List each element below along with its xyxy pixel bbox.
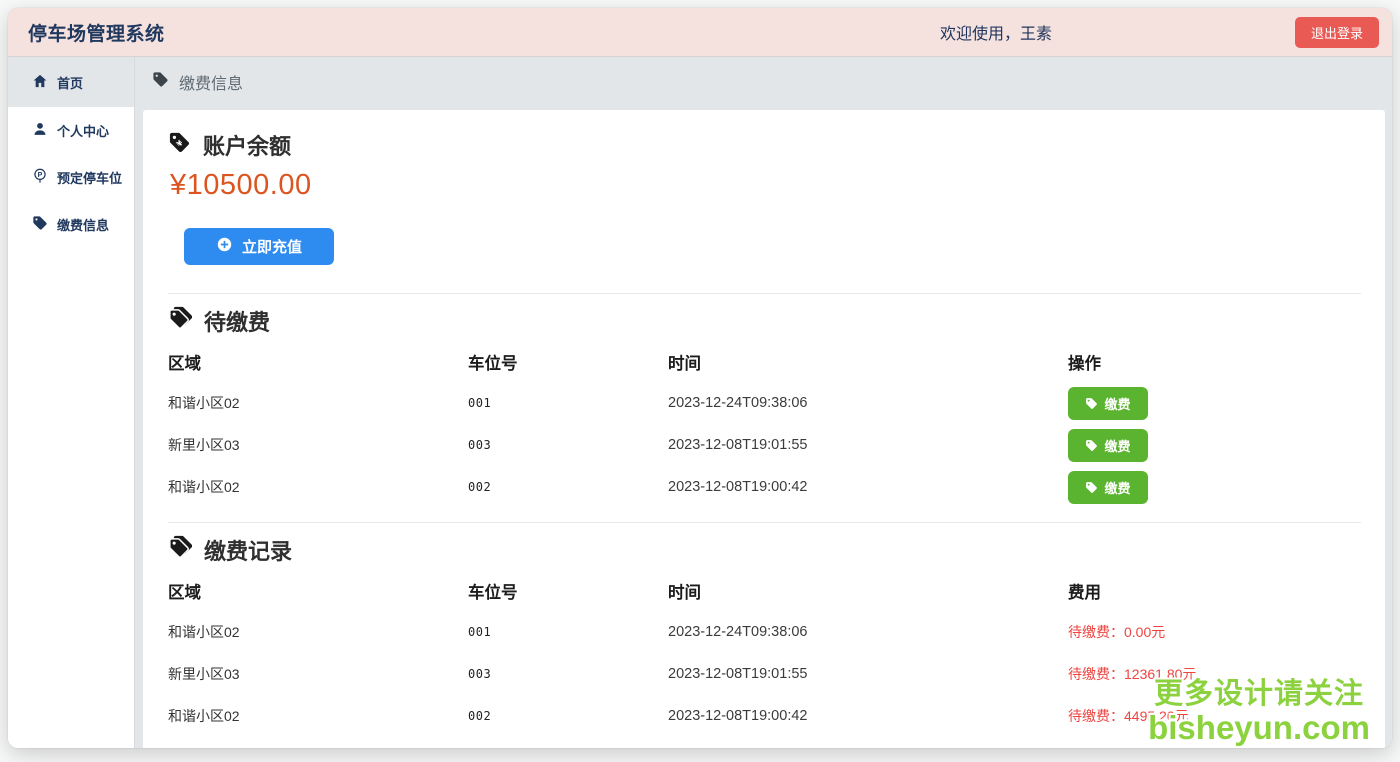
fee-cell: 待缴费：0.00元	[1068, 622, 1361, 642]
tags-icon	[168, 535, 192, 565]
column-header-action: 操作	[1068, 350, 1361, 374]
records-table-row: 和谐小区02 001 2023-12-24T09:38:06 待缴费：0.00元	[168, 611, 1361, 653]
tags-icon	[168, 306, 192, 336]
pending-table-row: 和谐小区02 001 2023-12-24T09:38:06 缴费	[168, 382, 1361, 424]
sidebar-item-label: 首页	[57, 73, 83, 92]
spot-cell: 001	[468, 396, 668, 410]
fee-cell: 待缴费：12361.80元	[1068, 664, 1361, 684]
area-cell: 新里小区03	[168, 664, 468, 684]
parking-icon: P	[32, 168, 48, 187]
time-cell: 2023-12-08T19:00:42	[668, 479, 1068, 495]
time-cell: 2023-12-24T09:38:06	[668, 395, 1068, 411]
price-tag-icon: ¥	[168, 131, 191, 160]
balance-section-title: ¥ 账户余额	[168, 130, 1361, 160]
pending-section-title: 待缴费	[168, 306, 1361, 336]
pay-button[interactable]: 缴费	[1068, 387, 1148, 420]
time-cell: 2023-12-08T19:01:55	[668, 437, 1068, 453]
balance-amount: ¥10500.00	[170, 169, 1361, 202]
sidebar: 首页 个人中心 P 预定停车位 缴费信息	[8, 57, 135, 748]
spot-cell: 002	[468, 709, 668, 723]
sidebar-item-reserve-parking[interactable]: P 预定停车位	[8, 154, 134, 201]
column-header-area: 区域	[168, 579, 468, 603]
column-header-fee: 费用	[1068, 579, 1361, 603]
logout-button[interactable]: 退出登录	[1295, 17, 1379, 48]
pending-table-row: 新里小区03 003 2023-12-08T19:01:55 缴费	[168, 424, 1361, 466]
pay-button[interactable]: 缴费	[1068, 471, 1148, 504]
records-table-row: 新里小区03 003 2023-12-08T19:01:55 待缴费：12361…	[168, 653, 1361, 695]
column-header-time: 时间	[668, 350, 1068, 374]
time-cell: 2023-12-24T09:38:06	[668, 624, 1068, 640]
breadcrumb: 缴费信息	[135, 57, 1392, 107]
sidebar-item-label: 预定停车位	[57, 168, 122, 187]
section-divider	[168, 293, 1361, 294]
main-card: ¥ 账户余额 ¥10500.00 立即充值 待缴费	[143, 110, 1385, 748]
time-cell: 2023-12-08T19:01:55	[668, 666, 1068, 682]
column-header-spot: 车位号	[468, 350, 668, 374]
area-cell: 和谐小区02	[168, 622, 468, 642]
column-header-area: 区域	[168, 350, 468, 374]
spot-cell: 003	[468, 438, 668, 452]
records-table-row: 和谐小区02 001 2023-12-08T19:00:41 缴费：0.00元	[168, 737, 1361, 748]
spot-cell: 001	[468, 625, 668, 639]
spot-cell: 003	[468, 667, 668, 681]
pay-button[interactable]: 缴费	[1068, 429, 1148, 462]
app-title: 停车场管理系统	[28, 19, 165, 46]
time-cell: 2023-12-08T19:00:42	[668, 708, 1068, 724]
fee-cell: 待缴费：4495.20元	[1068, 706, 1361, 726]
user-icon	[32, 121, 48, 140]
pending-table-row: 和谐小区02 002 2023-12-08T19:00:42 缴费	[168, 466, 1361, 508]
sidebar-item-profile[interactable]: 个人中心	[8, 107, 134, 154]
column-header-time: 时间	[668, 579, 1068, 603]
home-icon	[32, 73, 48, 92]
records-table-row: 和谐小区02 002 2023-12-08T19:00:42 待缴费：4495.…	[168, 695, 1361, 737]
plus-circle-icon	[216, 236, 233, 257]
records-table-header: 区域 车位号 时间 费用	[168, 571, 1361, 611]
area-cell: 新里小区03	[168, 435, 468, 455]
tag-icon	[32, 215, 48, 234]
breadcrumb-label: 缴费信息	[179, 70, 243, 94]
sidebar-item-home[interactable]: 首页	[8, 57, 134, 107]
spot-cell: 002	[468, 480, 668, 494]
sidebar-item-payment-info[interactable]: 缴费信息	[8, 201, 134, 248]
sidebar-item-label: 缴费信息	[57, 215, 109, 234]
records-section-title: 缴费记录	[168, 535, 1361, 565]
column-header-spot: 车位号	[468, 579, 668, 603]
area-cell: 和谐小区02	[168, 477, 468, 497]
recharge-button[interactable]: 立即充值	[184, 228, 334, 265]
content-area: 缴费信息 ¥ 账户余额 ¥10500.00 立即充值	[135, 57, 1392, 748]
pending-table-header: 区域 车位号 时间 操作	[168, 342, 1361, 382]
section-divider	[168, 522, 1361, 523]
tag-icon	[152, 71, 169, 93]
sidebar-item-label: 个人中心	[57, 121, 109, 140]
welcome-text: 欢迎使用，王素	[940, 8, 1052, 56]
area-cell: 和谐小区02	[168, 706, 468, 726]
app-window: 停车场管理系统 欢迎使用，王素 退出登录 首页 个人中心 P	[8, 8, 1392, 748]
area-cell: 和谐小区02	[168, 393, 468, 413]
app-header: 停车场管理系统 欢迎使用，王素 退出登录	[8, 8, 1392, 57]
svg-text:P: P	[38, 172, 43, 179]
